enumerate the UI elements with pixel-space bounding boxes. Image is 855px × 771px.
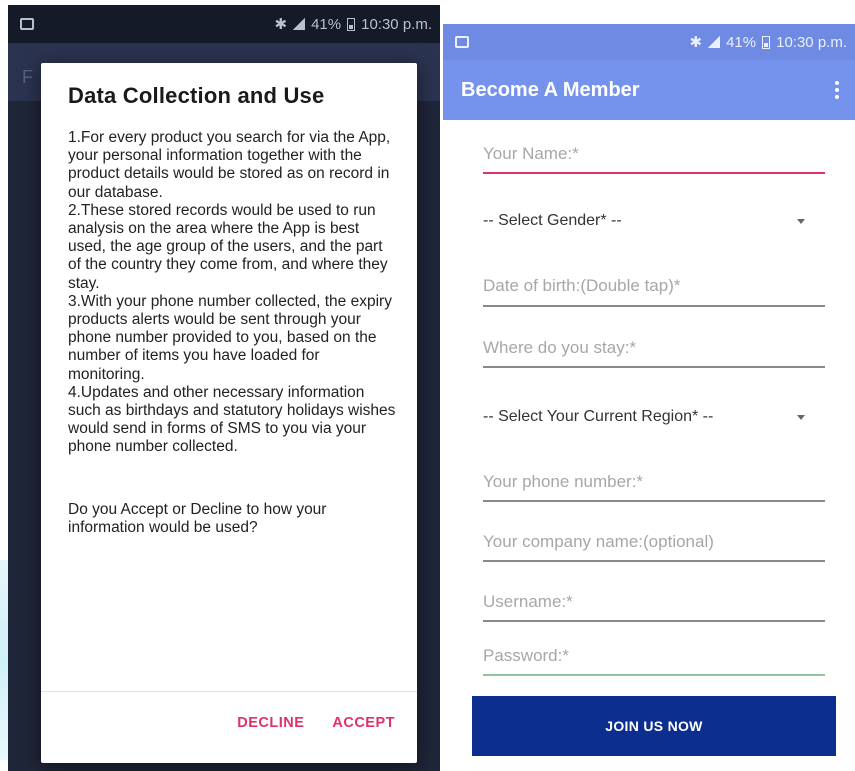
dialog-actions: DECLINE ACCEPT: [237, 715, 395, 731]
region-select[interactable]: -- Select Your Current Region* --: [483, 408, 825, 426]
username-placeholder: Username:*: [483, 592, 573, 611]
dialog-paragraph-1: 1.For every product you search for via t…: [68, 129, 391, 201]
status-time: 10:30 p.m.: [361, 15, 432, 33]
company-placeholder: Your company name:(optional): [483, 532, 714, 551]
chevron-down-icon: [797, 414, 805, 420]
name-field[interactable]: Your Name:*: [483, 144, 825, 174]
password-field[interactable]: Password:*: [483, 646, 825, 676]
gender-select[interactable]: -- Select Gender* --: [483, 212, 825, 230]
right-phone-screen: ✱ 41% 10:30 p.m. Become A Member Your Na…: [443, 24, 855, 771]
dob-underline: [483, 305, 825, 307]
dialog-paragraph-2: 2.These stored records would be used to …: [68, 201, 388, 292]
battery-icon: [762, 35, 771, 49]
status-right: ✱ 41% 10:30 p.m.: [274, 15, 433, 34]
battery-percent: 41%: [311, 15, 342, 33]
decline-button[interactable]: DECLINE: [237, 715, 304, 731]
status-time: 10:30 p.m.: [776, 33, 847, 51]
phone-field[interactable]: Your phone number:*: [483, 472, 825, 502]
more-options-icon[interactable]: [831, 77, 843, 103]
password-underline: [483, 674, 825, 676]
dialog-paragraph-3: 3.With your phone number collected, the …: [68, 292, 392, 383]
notification-icon: [20, 18, 34, 30]
app-bar: Become A Member: [443, 60, 855, 120]
region-select-value: -- Select Your Current Region* --: [483, 408, 714, 425]
password-placeholder: Password:*: [483, 646, 569, 665]
signal-icon: [293, 18, 306, 30]
status-right: ✱ 41% 10:30 p.m.: [689, 33, 848, 52]
dialog-question: Do you Accept or Decline to how your inf…: [68, 500, 327, 536]
dob-field[interactable]: Date of birth:(Double tap)*: [483, 276, 825, 307]
status-bar: ✱ 41% 10:30 p.m.: [8, 5, 440, 43]
company-field[interactable]: Your company name:(optional): [483, 532, 825, 562]
name-placeholder: Your Name:*: [483, 144, 579, 163]
battery-percent: 41%: [726, 33, 757, 51]
bluetooth-icon: ✱: [689, 34, 703, 51]
battery-icon: [347, 17, 356, 31]
join-us-now-button[interactable]: JOIN US NOW: [472, 696, 836, 756]
stay-field[interactable]: Where do you stay:*: [483, 338, 825, 368]
phone-underline: [483, 500, 825, 502]
page-title: Become A Member: [461, 78, 640, 101]
chevron-down-icon: [797, 218, 805, 224]
dialog-body[interactable]: 1.For every product you search for via t…: [68, 129, 398, 689]
accept-button[interactable]: ACCEPT: [332, 715, 395, 731]
left-phone-screen: ✱ 41% 10:30 p.m. F Data Collection and U…: [8, 5, 440, 771]
status-bar: ✱ 41% 10:30 p.m.: [443, 24, 855, 60]
dialog-paragraph-4: 4.Updates and other necessary informatio…: [68, 383, 396, 456]
dob-placeholder: Date of birth:(Double tap)*: [483, 276, 681, 295]
company-underline: [483, 560, 825, 562]
stay-placeholder: Where do you stay:*: [483, 338, 637, 357]
username-underline: [483, 620, 825, 622]
signal-icon: [708, 36, 721, 48]
notification-icon: [455, 36, 469, 48]
dialog-title: Data Collection and Use: [68, 83, 325, 108]
bluetooth-icon: ✱: [274, 16, 288, 33]
phone-placeholder: Your phone number:*: [483, 472, 644, 491]
dialog-divider: [41, 691, 417, 692]
name-underline: [483, 172, 825, 174]
stay-underline: [483, 366, 825, 368]
app-bar-letter: F: [22, 67, 33, 87]
username-field[interactable]: Username:*: [483, 592, 825, 622]
gender-select-value: -- Select Gender* --: [483, 212, 622, 229]
data-collection-dialog: Data Collection and Use 1.For every prod…: [41, 63, 417, 763]
